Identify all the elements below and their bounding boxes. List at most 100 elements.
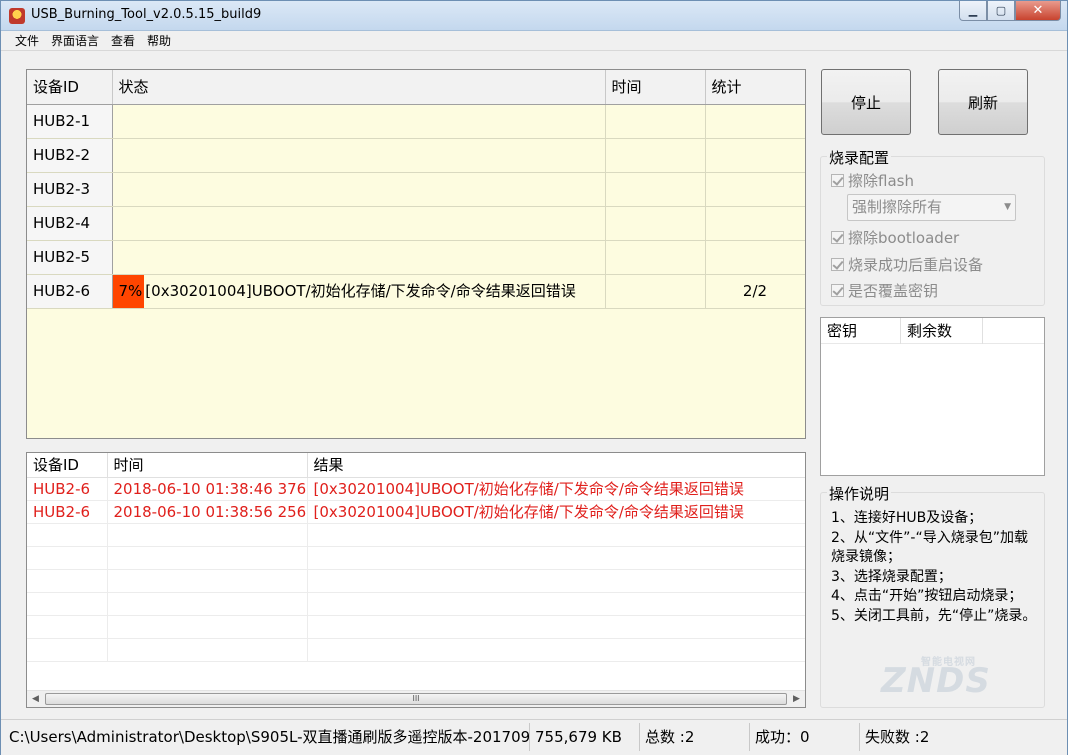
status-divider bbox=[529, 723, 530, 751]
grid-cell-status: 7% [0x30201004]UBOOT/初始化存储/下发命令/命令结果返回错误 bbox=[112, 274, 606, 309]
grid-row[interactable]: HUB2-1 bbox=[27, 104, 805, 139]
checkbox-checked-icon bbox=[831, 231, 844, 244]
grid-row[interactable]: HUB2-2 bbox=[27, 138, 805, 173]
status-file-size: 755,679 KB bbox=[535, 728, 622, 746]
grid-cell-time bbox=[605, 172, 706, 207]
status-failed: 失败数 :2 bbox=[865, 728, 930, 746]
erase-bootloader-checkbox[interactable]: 擦除bootloader bbox=[831, 227, 959, 248]
scroll-right-icon[interactable]: ▶ bbox=[788, 691, 805, 707]
grid-col-time[interactable]: 时间 bbox=[605, 70, 706, 105]
title-bar[interactable]: USB_Burning_Tool_v2.0.5.15_build9 ▁ ▢ ✕ bbox=[1, 1, 1067, 31]
grid-cell-device-id: HUB2-6 bbox=[27, 274, 113, 309]
log-cell-time: 2018-06-10 01:38:46 376 bbox=[107, 477, 308, 501]
scrollbar-thumb[interactable]: III bbox=[45, 693, 787, 705]
status-file-path: C:\Users\Administrator\Desktop\S905L-双直播… bbox=[9, 728, 531, 746]
log-row[interactable]: HUB2-6 2018-06-10 01:38:56 256 [0x302010… bbox=[27, 500, 805, 524]
app-icon bbox=[9, 8, 25, 24]
grid-cell-stats bbox=[705, 138, 805, 173]
status-divider bbox=[639, 723, 640, 751]
result-log[interactable]: 设备ID 时间 结果 HUB2-6 2018-06-10 01:38:46 37… bbox=[26, 452, 806, 708]
log-row-empty bbox=[27, 615, 805, 639]
overwrite-key-label: 是否覆盖密钥 bbox=[848, 282, 939, 300]
grid-col-device-id[interactable]: 设备ID bbox=[27, 70, 113, 105]
grid-cell-time bbox=[605, 138, 706, 173]
grid-col-stats[interactable]: 统计 bbox=[705, 70, 805, 105]
grid-cell-time bbox=[605, 240, 706, 275]
status-divider bbox=[749, 723, 750, 751]
grid-col-status[interactable]: 状态 bbox=[112, 70, 606, 105]
minimize-icon: ▁ bbox=[968, 4, 978, 17]
grid-header-row: 设备ID 状态 时间 统计 bbox=[27, 70, 805, 105]
log-col-device-id[interactable]: 设备ID bbox=[27, 453, 108, 478]
grid-cell-device-id: HUB2-1 bbox=[27, 104, 113, 139]
grid-cell-stats bbox=[705, 172, 805, 207]
app-window: USB_Burning_Tool_v2.0.5.15_build9 ▁ ▢ ✕ … bbox=[0, 0, 1068, 755]
refresh-button[interactable]: 刷新 bbox=[938, 69, 1028, 135]
log-col-result[interactable]: 结果 bbox=[307, 453, 805, 478]
menu-help[interactable]: 帮助 bbox=[141, 32, 177, 50]
maximize-button[interactable]: ▢ bbox=[987, 1, 1015, 21]
grid-cell-stats bbox=[705, 240, 805, 275]
grid-row[interactable]: HUB2-4 bbox=[27, 206, 805, 241]
grid-cell-time bbox=[605, 104, 706, 139]
checkbox-checked-icon bbox=[831, 174, 844, 187]
help-text: 1、连接好HUB及设备； 2、从“文件”-“导入烧录包”加载烧录镜像； 3、选择… bbox=[831, 510, 1037, 624]
menu-language[interactable]: 界面语言 bbox=[45, 32, 105, 50]
burn-config-legend: 烧录配置 bbox=[827, 147, 892, 168]
erase-flash-label: 擦除flash bbox=[848, 172, 914, 190]
grid-cell-device-id: HUB2-5 bbox=[27, 240, 113, 275]
erase-mode-value: 强制擦除所有 bbox=[852, 198, 943, 216]
grid-cell-device-id: HUB2-3 bbox=[27, 172, 113, 207]
close-button[interactable]: ✕ bbox=[1015, 1, 1061, 21]
status-bar: C:\Users\Administrator\Desktop\S905L-双直播… bbox=[1, 719, 1067, 755]
scroll-left-icon[interactable]: ◀ bbox=[27, 691, 44, 707]
minimize-button[interactable]: ▁ bbox=[959, 1, 987, 21]
key-col-remaining[interactable]: 剩余数 bbox=[901, 318, 983, 344]
key-col-key[interactable]: 密钥 bbox=[821, 318, 901, 344]
grid-cell-time bbox=[605, 274, 706, 309]
stop-button[interactable]: 停止 bbox=[821, 69, 911, 135]
maximize-icon: ▢ bbox=[995, 4, 1007, 17]
horizontal-scrollbar[interactable]: ◀ III ▶ bbox=[27, 690, 805, 707]
reboot-after-label: 烧录成功后重启设备 bbox=[848, 256, 984, 274]
log-cell-device-id: HUB2-6 bbox=[27, 477, 108, 501]
log-row-empty bbox=[27, 638, 805, 662]
grid-cell-status bbox=[112, 206, 606, 241]
status-success: 成功：0 bbox=[755, 728, 810, 746]
grid-cell-stats bbox=[705, 104, 805, 139]
key-list[interactable]: 密钥 剩余数 bbox=[820, 317, 1045, 476]
grid-row[interactable]: HUB2-6 7% [0x30201004]UBOOT/初始化存储/下发命令/命令… bbox=[27, 274, 805, 309]
checkbox-checked-icon bbox=[831, 258, 844, 271]
reboot-after-checkbox[interactable]: 烧录成功后重启设备 bbox=[831, 254, 983, 275]
znds-watermark: 智能电视网 ZNDS bbox=[881, 657, 991, 701]
grid-cell-status bbox=[112, 172, 606, 207]
grid-row[interactable]: HUB2-3 bbox=[27, 172, 805, 207]
device-grid[interactable]: 设备ID 状态 时间 统计 HUB2-1 HUB2-2 HUB2-3 HUB2-… bbox=[26, 69, 806, 439]
grid-cell-time bbox=[605, 206, 706, 241]
menu-view[interactable]: 查看 bbox=[105, 32, 141, 50]
checkbox-checked-icon bbox=[831, 284, 844, 297]
erase-mode-select[interactable]: 强制擦除所有 ▼ bbox=[847, 194, 1016, 221]
log-cell-result: [0x30201004]UBOOT/初始化存储/下发命令/命令结果返回错误 bbox=[307, 477, 805, 501]
log-row[interactable]: HUB2-6 2018-06-10 01:38:46 376 [0x302010… bbox=[27, 477, 805, 501]
status-divider bbox=[859, 723, 860, 751]
erase-flash-checkbox[interactable]: 擦除flash bbox=[831, 170, 914, 191]
grid-cell-device-id: HUB2-4 bbox=[27, 206, 113, 241]
log-row-empty bbox=[27, 523, 805, 547]
grid-cell-status bbox=[112, 138, 606, 173]
overwrite-key-checkbox[interactable]: 是否覆盖密钥 bbox=[831, 280, 938, 301]
status-total: 总数 :2 bbox=[645, 728, 695, 746]
grid-row[interactable]: HUB2-5 bbox=[27, 240, 805, 275]
watermark-subtitle: 智能电视网 bbox=[921, 657, 976, 668]
erase-bootloader-label: 擦除bootloader bbox=[848, 229, 960, 247]
log-col-time[interactable]: 时间 bbox=[107, 453, 308, 478]
log-cell-result: [0x30201004]UBOOT/初始化存储/下发命令/命令结果返回错误 bbox=[307, 500, 805, 524]
window-controls: ▁ ▢ ✕ bbox=[959, 1, 1061, 21]
key-list-header: 密钥 剩余数 bbox=[821, 318, 1044, 344]
window-title: USB_Burning_Tool_v2.0.5.15_build9 bbox=[31, 7, 262, 22]
log-row-empty bbox=[27, 569, 805, 593]
grid-cell-status bbox=[112, 240, 606, 275]
grid-cell-stats bbox=[705, 206, 805, 241]
menu-file[interactable]: 文件 bbox=[9, 32, 45, 50]
log-row-empty bbox=[27, 592, 805, 616]
